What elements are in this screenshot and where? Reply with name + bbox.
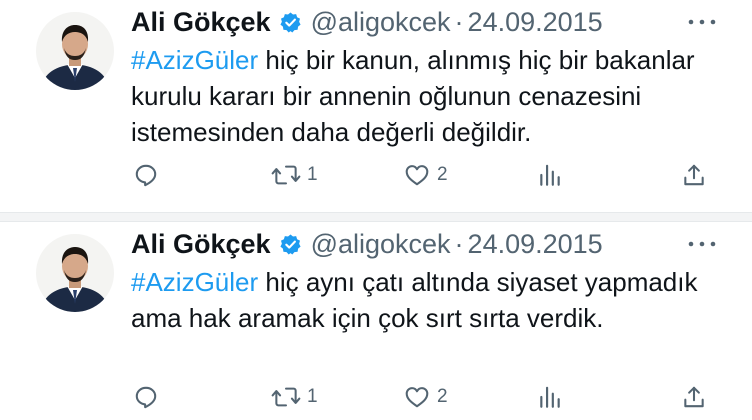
retweet-count: 1 — [307, 386, 318, 407]
verified-badge-icon — [279, 233, 302, 256]
more-options-icon[interactable] — [686, 14, 718, 30]
share-icon — [681, 162, 707, 188]
retweet-button[interactable]: 1 — [271, 160, 318, 190]
avatar[interactable] — [36, 12, 114, 90]
tweet-date[interactable]: 24.09.2015 — [468, 7, 603, 38]
views-button[interactable] — [537, 160, 569, 190]
retweet-count: 1 — [307, 164, 318, 185]
retweet-icon — [271, 162, 301, 188]
like-count: 2 — [437, 386, 448, 407]
tweet-header: Ali Gökçek @aligokcek · 24.09.2015 — [131, 226, 603, 262]
author-name[interactable]: Ali Gökçek — [131, 7, 271, 38]
share-button[interactable] — [681, 382, 707, 412]
more-options-icon[interactable] — [686, 236, 718, 252]
views-icon — [537, 384, 563, 410]
share-button[interactable] — [681, 160, 707, 190]
retweet-button[interactable]: 1 — [271, 382, 318, 412]
retweet-icon — [271, 384, 301, 410]
separator-dot: · — [454, 6, 464, 37]
heart-icon — [403, 384, 431, 410]
hashtag-link[interactable]: #AzizGüler — [131, 267, 258, 297]
views-icon — [537, 162, 563, 188]
reply-icon — [133, 162, 159, 188]
avatar[interactable] — [36, 234, 114, 312]
author-handle[interactable]: @aligokcek — [311, 7, 451, 38]
tweet-date[interactable]: 24.09.2015 — [468, 229, 603, 260]
separator-dot: · — [454, 228, 464, 259]
tweet-text: #AzizGüler hiç aynı çatı altında siyaset… — [131, 264, 731, 336]
heart-icon — [403, 162, 431, 188]
tweet-divider — [0, 212, 752, 222]
like-button[interactable]: 2 — [403, 382, 448, 412]
reply-icon — [133, 384, 159, 410]
reply-button[interactable] — [133, 160, 165, 190]
tweet[interactable]: Ali Gökçek @aligokcek · 24.09.2015 #Aziz… — [0, 0, 752, 212]
tweet-actions: 1 2 — [131, 160, 721, 190]
author-name[interactable]: Ali Gökçek — [131, 229, 271, 260]
share-icon — [681, 384, 707, 410]
hashtag-link[interactable]: #AzizGüler — [131, 45, 258, 75]
tweet-header: Ali Gökçek @aligokcek · 24.09.2015 — [131, 4, 603, 40]
author-handle[interactable]: @aligokcek — [311, 229, 451, 260]
like-count: 2 — [437, 164, 448, 185]
views-button[interactable] — [537, 382, 569, 412]
tweet-text: #AzizGüler hiç bir kanun, alınmış hiç bi… — [131, 42, 731, 150]
reply-button[interactable] — [133, 382, 165, 412]
verified-badge-icon — [279, 11, 302, 34]
like-button[interactable]: 2 — [403, 160, 448, 190]
tweet[interactable]: Ali Gökçek @aligokcek · 24.09.2015 #Aziz… — [0, 222, 752, 420]
tweet-actions: 1 2 — [131, 382, 721, 412]
